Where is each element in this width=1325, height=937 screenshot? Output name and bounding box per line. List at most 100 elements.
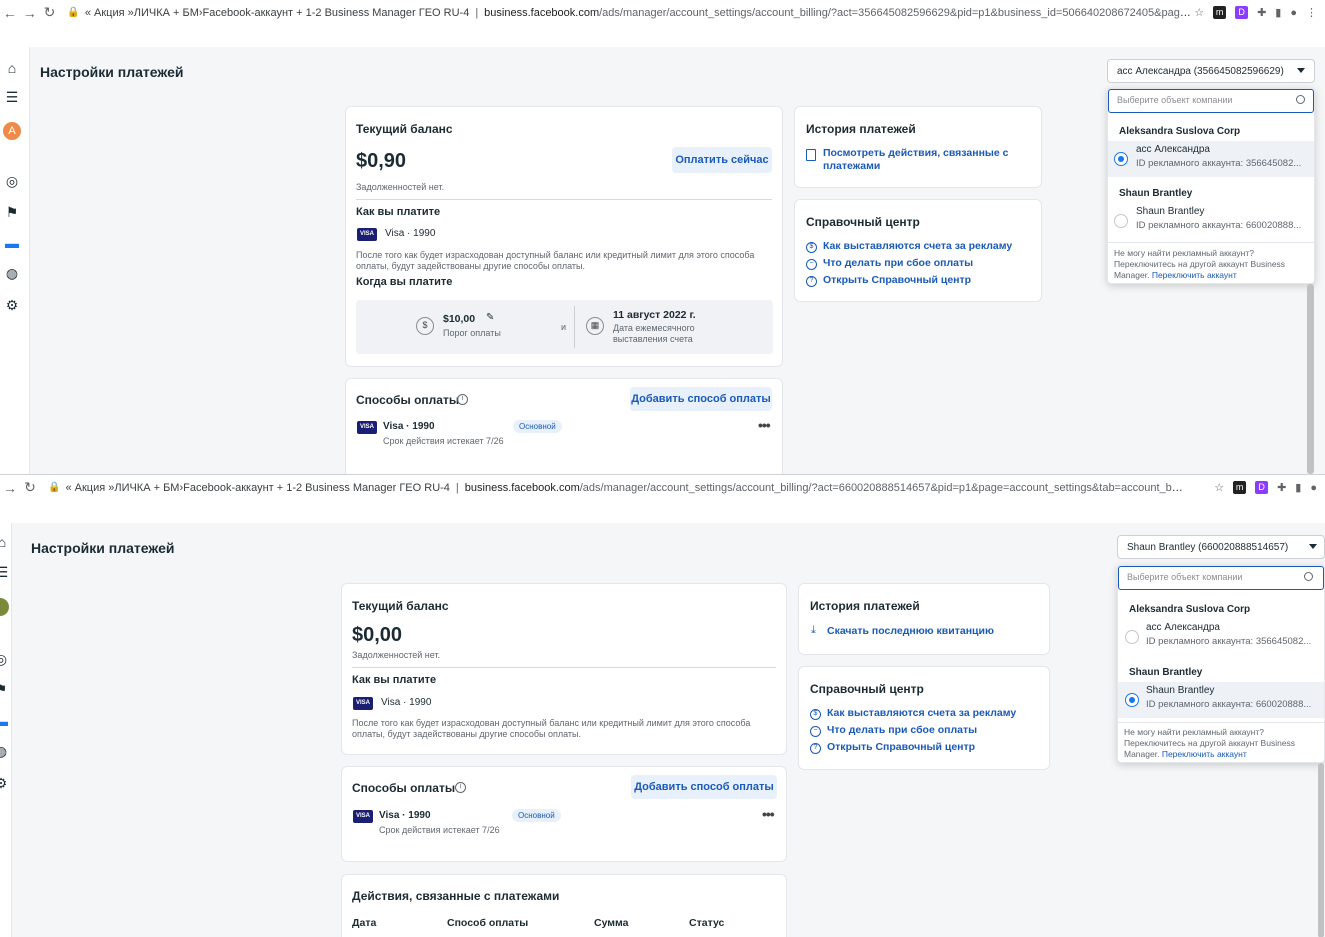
radio-selected[interactable]	[1114, 152, 1128, 166]
hamburger-icon[interactable]: ☰	[0, 563, 11, 581]
billing-icon[interactable]: ▬	[3, 234, 21, 252]
address-bar[interactable]: business.facebook.com/ads/manager/accoun…	[465, 482, 1185, 494]
history-card: История платежей Посмотреть действия, св…	[794, 106, 1042, 188]
column-payment-method[interactable]: Способ оплаты	[447, 917, 528, 929]
sidepanel-icon[interactable]: ▮	[1295, 481, 1301, 494]
column-status[interactable]: Статус	[689, 917, 724, 929]
more-options-icon[interactable]: •••	[762, 806, 775, 822]
profile-icon[interactable]: ●	[1310, 482, 1317, 494]
avatar[interactable]	[0, 598, 9, 616]
account-option-shaun[interactable]: Shaun Brantley ID рекламного аккаунта: 6…	[1118, 682, 1324, 718]
home-icon[interactable]: ⌂	[3, 59, 21, 77]
billing-date-label: Дата ежемесячного выставления счета	[613, 323, 695, 344]
help-center-card: Справочный центр $ Как выставляются счет…	[798, 666, 1050, 770]
account-selector[interactable]: Shaun Brantley (660020888514657)	[1117, 535, 1325, 559]
flag-icon[interactable]: ⚑	[3, 203, 21, 221]
left-rail: ⌂ ☰ A ◎ ⚑ ▬ ◍ ⚙	[0, 47, 30, 474]
extension-icon[interactable]: D	[1255, 481, 1269, 494]
forward-icon[interactable]: →	[0, 480, 20, 496]
scrollbar[interactable]	[1318, 763, 1324, 937]
hamburger-icon[interactable]: ☰	[3, 88, 21, 106]
radio-selected[interactable]	[1125, 693, 1139, 707]
payment-methods-heading: Способы оплаты	[352, 781, 456, 795]
download-receipt-link[interactable]: Скачать последнюю квитанцию	[827, 625, 994, 638]
billing-icon[interactable]: ▬	[0, 712, 10, 730]
help-center-heading: Справочный центр	[806, 215, 920, 229]
balance-card: Текущий баланс $0,00 Задолженностей нет.…	[341, 583, 787, 755]
add-payment-method-button[interactable]: Добавить способ оплаты	[631, 775, 777, 799]
account-selector[interactable]: асс Александра (356645082596629)	[1107, 59, 1315, 83]
primary-badge: Основной	[512, 809, 561, 822]
account-option-name: асс Александра	[1136, 144, 1210, 155]
balance-amount: $0,00	[352, 624, 403, 646]
account-option-id: ID рекламного аккаунта: 660020888...	[1136, 220, 1302, 231]
left-rail: ⌂ ☰ ◎ ⚑ ▬ ◍ ⚙	[0, 523, 12, 937]
chevron-down-icon[interactable]	[1309, 544, 1317, 549]
edit-pencil-icon[interactable]: ✎	[486, 312, 494, 323]
switch-account-link[interactable]: Переключить аккаунт	[1162, 749, 1247, 759]
how-you-pay-note: После того как будет израсходован доступ…	[356, 250, 755, 271]
more-options-icon[interactable]: •••	[758, 417, 771, 433]
extension-icon[interactable]: m	[1213, 6, 1227, 19]
company-search-input[interactable]: Выберите объект компании	[1118, 566, 1324, 590]
help-link-center[interactable]: Открыть Справочный центр	[823, 274, 971, 287]
extension-icon[interactable]: D	[1235, 6, 1249, 19]
column-amount[interactable]: Сумма	[594, 917, 629, 929]
puzzle-icon[interactable]: ✚	[1257, 6, 1266, 19]
help-link-center[interactable]: Открыть Справочный центр	[827, 741, 975, 754]
puzzle-icon[interactable]: ✚	[1277, 481, 1286, 494]
balance-heading: Текущий баланс	[356, 122, 453, 136]
help-center-heading: Справочный центр	[810, 682, 924, 696]
visa-icon: VISA	[353, 810, 373, 823]
info-icon[interactable]: i	[457, 394, 468, 405]
group-name: Aleksandra Suslova Corp	[1119, 126, 1241, 137]
flag-icon[interactable]: ⚑	[0, 680, 10, 698]
add-payment-method-button[interactable]: Добавить способ оплаты	[630, 387, 772, 411]
account-option-aleksandra[interactable]: асс Александра ID рекламного аккаунта: 3…	[1118, 619, 1324, 655]
reload-icon[interactable]: ↻	[40, 4, 60, 21]
dropdown-help: Не могу найти рекламный аккаунт? Переклю…	[1124, 727, 1296, 759]
and-label: и	[561, 322, 567, 332]
account-option-shaun[interactable]: Shaun Brantley ID рекламного аккаунта: 6…	[1108, 203, 1314, 239]
profile-icon[interactable]: ●	[1290, 7, 1297, 19]
history-link[interactable]: Посмотреть действия, связанные с платежа…	[823, 147, 1023, 173]
sidepanel-icon[interactable]: ▮	[1275, 6, 1281, 19]
home-icon[interactable]: ⌂	[0, 533, 11, 551]
menu-icon[interactable]: ⋮	[1306, 6, 1317, 19]
extensions: ☆ m D ✚ ▮ ● ⋮	[1194, 6, 1325, 19]
star-icon[interactable]: ☆	[1194, 6, 1204, 19]
payment-activity-card: Действия, связанные с платежами Дата Спо…	[341, 874, 787, 937]
radio-unselected[interactable]	[1114, 214, 1128, 228]
help-link-failure[interactable]: Что делать при сбое оплаты	[827, 724, 977, 737]
chevron-down-icon[interactable]	[1297, 68, 1305, 73]
help-link-billing[interactable]: Как выставляются счета за рекламу	[827, 707, 1016, 720]
settings-icon[interactable]: ⚙	[3, 296, 21, 314]
star-icon[interactable]: ☆	[1214, 481, 1224, 494]
account-option-id: ID рекламного аккаунта: 356645082...	[1146, 636, 1312, 647]
info-icon[interactable]: i	[455, 782, 466, 793]
radio-unselected[interactable]	[1125, 630, 1139, 644]
help-link-failure[interactable]: Что делать при сбое оплаты	[823, 257, 973, 270]
scrollbar[interactable]	[1307, 284, 1314, 474]
help-link-billing[interactable]: Как выставляются счета за рекламу	[823, 240, 1012, 253]
column-date[interactable]: Дата	[352, 917, 376, 929]
globe-icon[interactable]: ◍	[3, 264, 21, 282]
settings-icon[interactable]: ⚙	[0, 774, 10, 792]
pay-now-button[interactable]: Оплатить сейчас	[672, 147, 772, 173]
campaigns-icon[interactable]: ◎	[0, 650, 10, 668]
group-name: Shaun Brantley	[1129, 667, 1203, 678]
address-bar[interactable]: business.facebook.com/ads/manager/accoun…	[484, 7, 1194, 19]
company-search-input[interactable]: Выберите объект компании	[1108, 89, 1314, 113]
reload-icon[interactable]: ↻	[20, 479, 40, 496]
extension-icon[interactable]: m	[1233, 481, 1247, 494]
account-option-name: Shaun Brantley	[1146, 685, 1215, 696]
question-icon: ?	[806, 276, 817, 287]
account-option-aleksandra[interactable]: асс Александра ID рекламного аккаунта: 3…	[1108, 141, 1314, 177]
globe-icon[interactable]: ◍	[0, 742, 10, 760]
campaigns-icon[interactable]: ◎	[3, 172, 21, 190]
activity-heading: Действия, связанные с платежами	[352, 889, 560, 903]
switch-account-link[interactable]: Переключить аккаунт	[1152, 270, 1237, 280]
forward-icon[interactable]: →	[20, 5, 40, 21]
avatar[interactable]: A	[3, 122, 21, 140]
back-icon[interactable]: ←	[0, 5, 20, 21]
